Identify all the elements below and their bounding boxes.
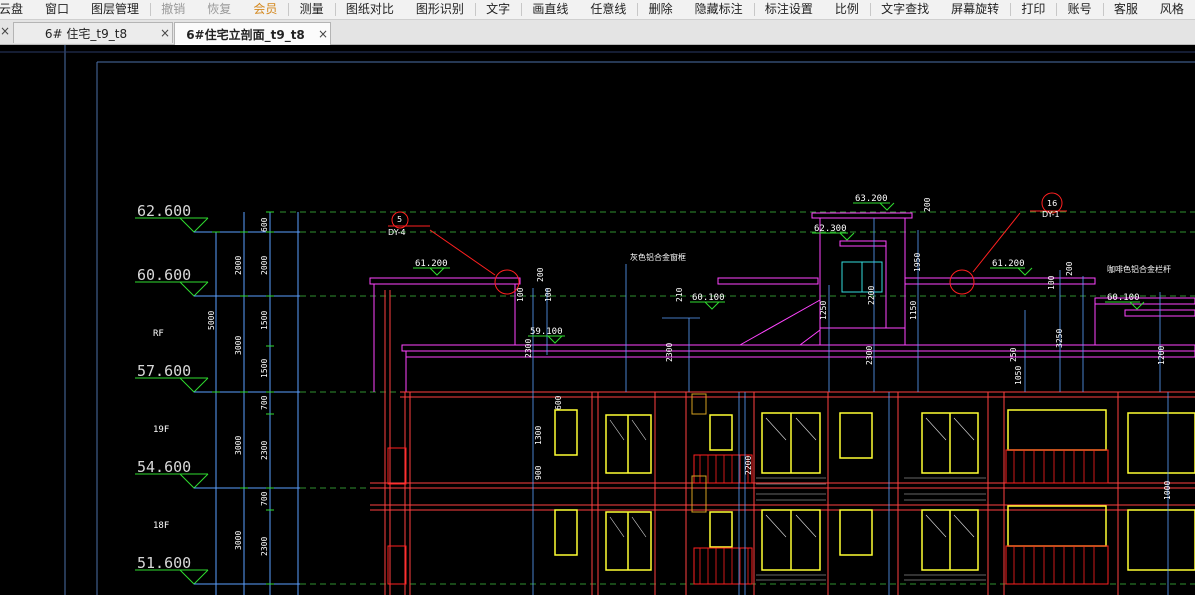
menu-item[interactable]: 删除	[638, 0, 684, 19]
small-level-text: 61.200	[415, 259, 448, 269]
dimension-text: 1300	[534, 426, 543, 445]
small-level-text: 60.100	[692, 293, 725, 303]
menu-item[interactable]: 撤销	[150, 0, 196, 19]
dimension-text: 2200	[744, 456, 753, 475]
callout-code: DY-1	[1042, 210, 1060, 219]
drawing-canvas[interactable]: 62.600 60.600 57.600 54.600 51.600 RF 19…	[0, 45, 1195, 595]
dimension-text: 3250	[1055, 329, 1064, 348]
dimension-text: 1500	[260, 311, 269, 330]
menu-bar: 云盘 窗口 图层管理 撤销 恢复 会员 测量 图纸对比 图形识别 文字 画直线 任意线 删除 隐藏标注 标注…	[0, 0, 1195, 20]
tab-label: 6# 住宅_t9_t8	[44, 26, 128, 41]
tab-label: 6#住宅立剖面_t9_t8	[186, 27, 305, 42]
menu-item[interactable]: 云盘	[0, 0, 34, 19]
level-text: 57.600	[137, 362, 191, 380]
dimension-text: 3000	[234, 336, 243, 355]
callout-number: 16	[1047, 199, 1057, 208]
floor-label: 19F	[153, 425, 169, 435]
dimension-text: 600	[260, 217, 269, 232]
small-level-text: 60.100	[1107, 293, 1140, 303]
menu-item[interactable]: 会员	[242, 0, 288, 19]
dimension-text: 2300	[665, 343, 674, 362]
dimension-text: 700	[260, 491, 269, 506]
small-level-text: 62.300	[814, 224, 847, 234]
dimension-text: 1050	[1014, 366, 1023, 385]
dimension-chains	[212, 211, 299, 595]
dimension-text: 5000	[207, 311, 216, 330]
dimension-text: 2200	[867, 286, 876, 305]
menu-item[interactable]: 屏幕旋转	[940, 0, 1010, 19]
dimension-text: 1500	[260, 359, 269, 378]
callout-number: 5	[397, 215, 402, 224]
dimension-text: 2300	[524, 339, 533, 358]
dimension-text: 200	[536, 267, 545, 282]
dimension-text: 100	[544, 287, 553, 302]
dimension-text: 1250	[819, 301, 828, 320]
menu-item[interactable]: 客服	[1103, 0, 1149, 19]
menu-item[interactable]: 账号	[1057, 0, 1103, 19]
material-annotation: 咖啡色铝合金栏杆	[1107, 264, 1171, 274]
floor-label: RF	[153, 329, 164, 339]
small-level-text: 61.200	[992, 259, 1025, 269]
menu-item[interactable]: 隐藏标注	[684, 0, 754, 19]
level-text: 54.600	[137, 458, 191, 476]
dimension-text: 1200	[1157, 346, 1166, 365]
dimension-text: 700	[260, 395, 269, 410]
level-marker-51600: 51.600	[135, 554, 300, 585]
tab-elevation-section[interactable]: 6#住宅立剖面_t9_t8 ×	[174, 22, 331, 45]
dimension-text: 2000	[260, 256, 269, 275]
floor-label: 18F	[153, 521, 169, 531]
dimension-text: 200	[1065, 261, 1074, 276]
menu-item[interactable]: 任意线	[579, 0, 637, 19]
callout-code: DY-4	[388, 228, 406, 237]
dimension-text: 2000	[234, 256, 243, 275]
callout-dy4: 5 DY-4	[388, 211, 409, 237]
callout-dy1: 16 DY-1	[1041, 192, 1063, 219]
menu-item[interactable]: 图形识别	[405, 0, 475, 19]
dimension-text: 2300	[865, 346, 874, 365]
dimension-text: 1000	[1163, 481, 1172, 500]
close-icon[interactable]: ×	[316, 27, 330, 41]
menu-item[interactable]: 打印	[1010, 0, 1056, 19]
dimension-text: 3000	[234, 436, 243, 455]
menu-item[interactable]: 恢复	[196, 0, 242, 19]
dimension-text: 250	[1009, 347, 1018, 362]
menu-item[interactable]: 文字	[475, 0, 521, 19]
small-level-text: 59.100	[530, 327, 563, 337]
dimension-text: 1150	[909, 301, 918, 320]
dimension-text: 210	[675, 287, 684, 302]
menu-item[interactable]: 图层管理	[80, 0, 150, 19]
level-text: 60.600	[137, 266, 191, 284]
menu-item[interactable]: 风格	[1149, 0, 1195, 19]
level-text: 51.600	[137, 554, 191, 572]
material-annotation: 灰色铝合金窗框	[630, 252, 686, 262]
level-marker-57600: 57.600	[135, 362, 300, 393]
level-marker-60600: 60.600	[135, 266, 300, 297]
dimension-text: 100	[1047, 275, 1056, 290]
dimension-text: 2300	[260, 537, 269, 556]
level-marker-54600: 54.600	[135, 458, 300, 489]
dimension-text: 3000	[234, 531, 243, 550]
level-marker-62600: 62.600	[135, 202, 300, 233]
document-tab-bar: × 6# 住宅_t9_t8 × 6#住宅立剖面_t9_t8 ×	[0, 20, 1195, 45]
dimension-text: 100	[516, 287, 525, 302]
dimension-text: 900	[534, 465, 543, 480]
menu-item[interactable]: 窗口	[34, 0, 80, 19]
dimension-text: 600	[554, 395, 563, 410]
small-level-text: 63.200	[855, 194, 888, 204]
menu-item[interactable]: 画直线	[521, 0, 579, 19]
tab-scroll-close-icon[interactable]: ×	[0, 24, 12, 38]
menu-item[interactable]: 文字查找	[870, 0, 940, 19]
menu-item[interactable]: 比例	[824, 0, 870, 19]
tab-residential[interactable]: 6# 住宅_t9_t8 ×	[13, 22, 173, 43]
menu-item[interactable]: 标注设置	[754, 0, 824, 19]
menu-item[interactable]: 测量	[289, 0, 335, 19]
small-levels	[413, 202, 1145, 344]
dimension-text: 2300	[260, 441, 269, 460]
level-text: 62.600	[137, 202, 191, 220]
menu-item[interactable]: 图纸对比	[335, 0, 405, 19]
dimension-text: 200	[923, 197, 932, 212]
close-icon[interactable]: ×	[158, 26, 172, 40]
dimension-text: 1950	[913, 253, 922, 272]
